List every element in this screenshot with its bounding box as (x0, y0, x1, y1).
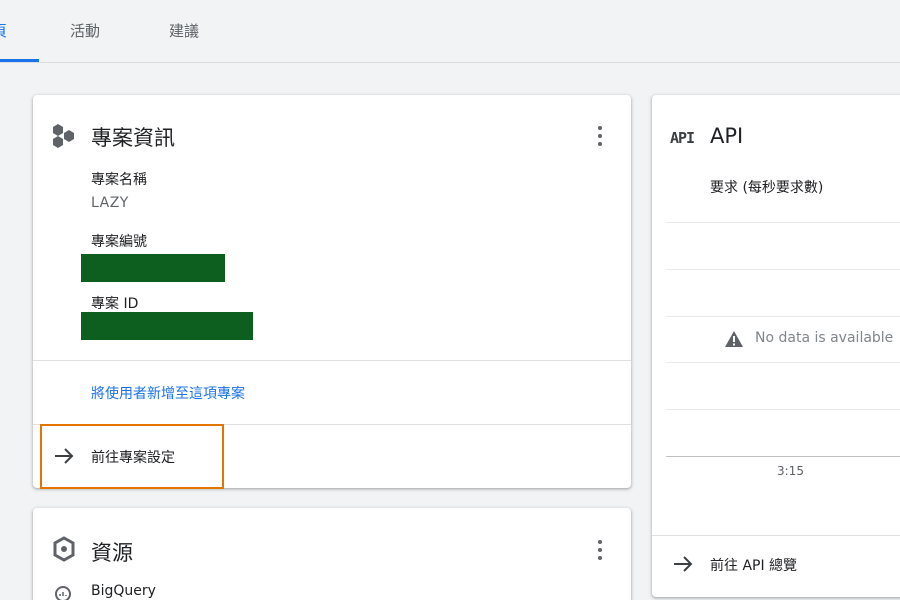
highlight-box (40, 424, 224, 489)
chart-x-axis (666, 456, 900, 457)
api-chart-subtitle: 要求 (每秒要求數) (710, 180, 824, 196)
go-to-api-overview-button[interactable]: 前往 API 總覽 (710, 555, 797, 575)
more-vert-icon[interactable] (597, 540, 603, 560)
project-id-label: 專案 ID (91, 296, 139, 312)
api-card-title: API (710, 124, 744, 148)
no-data-message: No data is available (755, 330, 894, 346)
project-number-redacted (81, 254, 225, 282)
bigquery-icon (55, 586, 71, 600)
add-user-link[interactable]: 將使用者新增至這項專案 (91, 383, 245, 403)
resources-title: 資源 (91, 541, 133, 565)
arrow-forward-icon (674, 556, 693, 572)
project-number-label: 專案編號 (91, 234, 147, 250)
tab-bar: 頁 活動 建議 (0, 0, 900, 63)
api-card: API API 要求 (每秒要求數) 前往 API 總覽 (652, 95, 900, 597)
resources-card: 資源 BigQuery (33, 508, 631, 600)
card-divider (33, 360, 631, 361)
chart-gridline (666, 316, 900, 317)
tab-activity[interactable]: 活動 (70, 20, 100, 41)
card-divider (652, 535, 900, 536)
hexagons-icon (53, 124, 74, 148)
tab-bar-divider (0, 62, 900, 63)
tab-recommendations[interactable]: 建議 (169, 20, 199, 41)
more-vert-icon[interactable] (597, 126, 603, 146)
project-name-value: LAZY (91, 195, 129, 211)
project-name-label: 專案名稱 (91, 172, 147, 188)
chart-x-tick: 3:15 (777, 464, 804, 478)
chart-gridline (666, 362, 900, 363)
api-icon: API (670, 129, 695, 147)
chart-gridline (666, 269, 900, 270)
warning-icon (725, 331, 743, 347)
tab-home[interactable]: 頁 (0, 20, 7, 41)
resources-hexagon-icon (53, 536, 75, 562)
project-info-title: 專案資訊 (91, 126, 175, 150)
chart-gridline (666, 222, 900, 223)
resource-item-bigquery[interactable]: BigQuery (91, 583, 156, 599)
project-id-redacted (81, 312, 253, 340)
chart-gridline (666, 409, 900, 410)
